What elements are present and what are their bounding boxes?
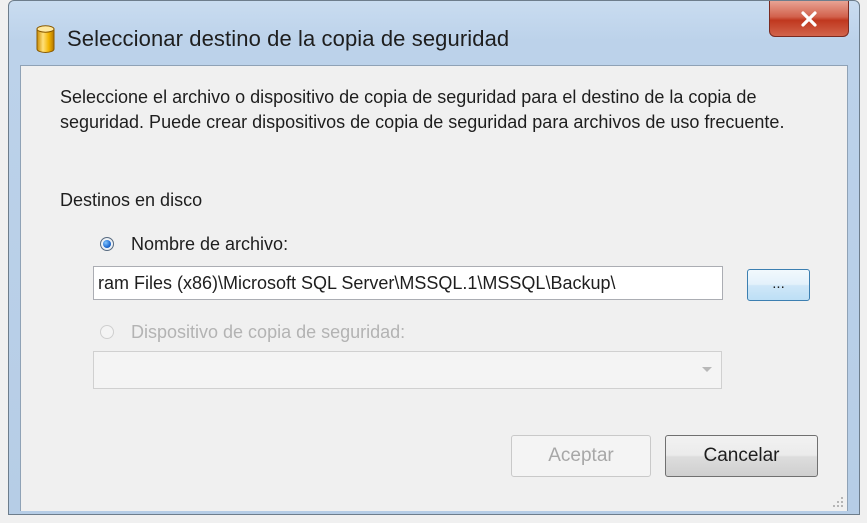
file-path-input[interactable]: ram Files (x86)\Microsoft SQL Server\MSS…	[93, 266, 723, 300]
radio-checked-icon	[100, 237, 114, 251]
title-bar[interactable]: Seleccionar destino de la copia de segur…	[9, 1, 859, 65]
database-icon	[36, 25, 55, 53]
backup-destination-dialog: Seleccionar destino de la copia de segur…	[8, 0, 860, 515]
resize-grip-icon[interactable]	[830, 494, 844, 508]
browse-button[interactable]: ...	[747, 269, 810, 301]
description-text: Seleccione el archivo o dispositivo de c…	[60, 87, 785, 132]
file-name-radio-label: Nombre de archivo:	[131, 233, 289, 254]
chevron-down-icon	[702, 367, 712, 372]
dialog-body: Seleccione el archivo o dispositivo de c…	[20, 65, 848, 511]
backup-device-select	[93, 351, 722, 389]
cancel-button[interactable]: Cancelar	[665, 435, 818, 477]
close-icon	[801, 10, 817, 27]
radio-unchecked-icon	[100, 325, 114, 339]
disk-targets-label: Destinos en disco	[60, 190, 203, 210]
backup-device-radio-label: Dispositivo de copia de seguridad:	[131, 321, 406, 342]
ok-button: Aceptar	[511, 435, 651, 477]
window-title: Seleccionar destino de la copia de segur…	[67, 26, 510, 51]
file-name-radio[interactable]: Nombre de archivo:	[100, 233, 288, 255]
close-button[interactable]	[769, 1, 849, 37]
backup-device-radio: Dispositivo de copia de seguridad:	[100, 321, 405, 343]
